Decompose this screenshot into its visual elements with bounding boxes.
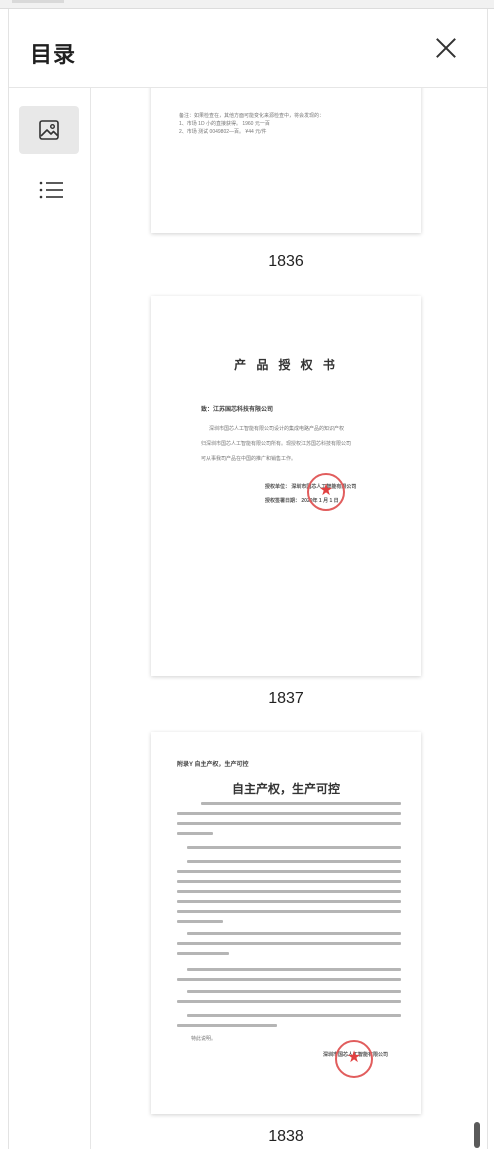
company-seal: ★ (335, 1040, 373, 1078)
page-number: 1838 (268, 1128, 304, 1145)
attachment-heading: 附录Y 自主产权，生产可控 (177, 762, 249, 768)
close-icon[interactable] (429, 31, 463, 65)
page-note-line: 1、市场 1D 小的直接获得。 1960 元一百 (179, 121, 270, 127)
page-number: 1837 (268, 690, 304, 707)
list-icon (39, 181, 63, 199)
tab-stub (12, 0, 64, 3)
scrollbar-thumb[interactable] (474, 1122, 480, 1148)
browser-top-strip (0, 0, 494, 9)
panel-title: 目录 (30, 43, 77, 68)
document-body-line: 可从事我司产品在中国的推广和销售工作。 (201, 456, 297, 462)
outline-view-button[interactable] (19, 166, 79, 214)
document-body-line: 归深圳市国芯人工智能有限公司所有。现授权江苏国芯科技有限公司 (201, 441, 352, 447)
document-closing: 特此说明。 (191, 1036, 217, 1042)
document-title: 自主产权，生产可控 (231, 782, 340, 796)
page-thumbnail-list: 备注：如果检查在，其他方面可能变化来源检查中，将会发现的： 1、市场 1D 小的… (91, 88, 487, 1149)
company-seal: ★ (307, 473, 345, 511)
image-icon (39, 120, 59, 140)
table-of-contents-panel: 目录 备注：如果检查在，其他方面可能变化来源检查中，将会发现的： 1、市场 1D… (8, 9, 488, 1149)
view-mode-rail (9, 88, 91, 1149)
document-recipient: 致：江苏国芯科技有限公司 (201, 407, 274, 413)
page-note-line: 备注：如果检查在，其他方面可能变化来源检查中，将会发现的： (179, 113, 325, 119)
panel-header: 目录 (9, 9, 487, 88)
page-thumbnail-1838[interactable]: 附录Y 自主产权，生产可控 自主产权，生产可控 特此说明。 深圳市国芯人工智能有… (151, 732, 421, 1114)
page-thumbnail-1836[interactable]: 备注：如果检查在，其他方面可能变化来源检查中，将会发现的： 1、市场 1D 小的… (151, 88, 421, 233)
document-title: 产 品 授 权 书 (234, 358, 338, 372)
page-number: 1836 (268, 253, 304, 270)
page-note-line: 2、市场 测试 0049802—百。 ¥44 元/件 (179, 129, 267, 135)
document-body-line: 深圳市国芯人工智能有限公司设计的集成电路产品的知识产权 (209, 426, 345, 432)
thumbnail-view-button[interactable] (19, 106, 79, 154)
page-thumbnail-1837[interactable]: 产 品 授 权 书 致：江苏国芯科技有限公司 深圳市国芯人工智能有限公司设计的集… (151, 296, 421, 676)
